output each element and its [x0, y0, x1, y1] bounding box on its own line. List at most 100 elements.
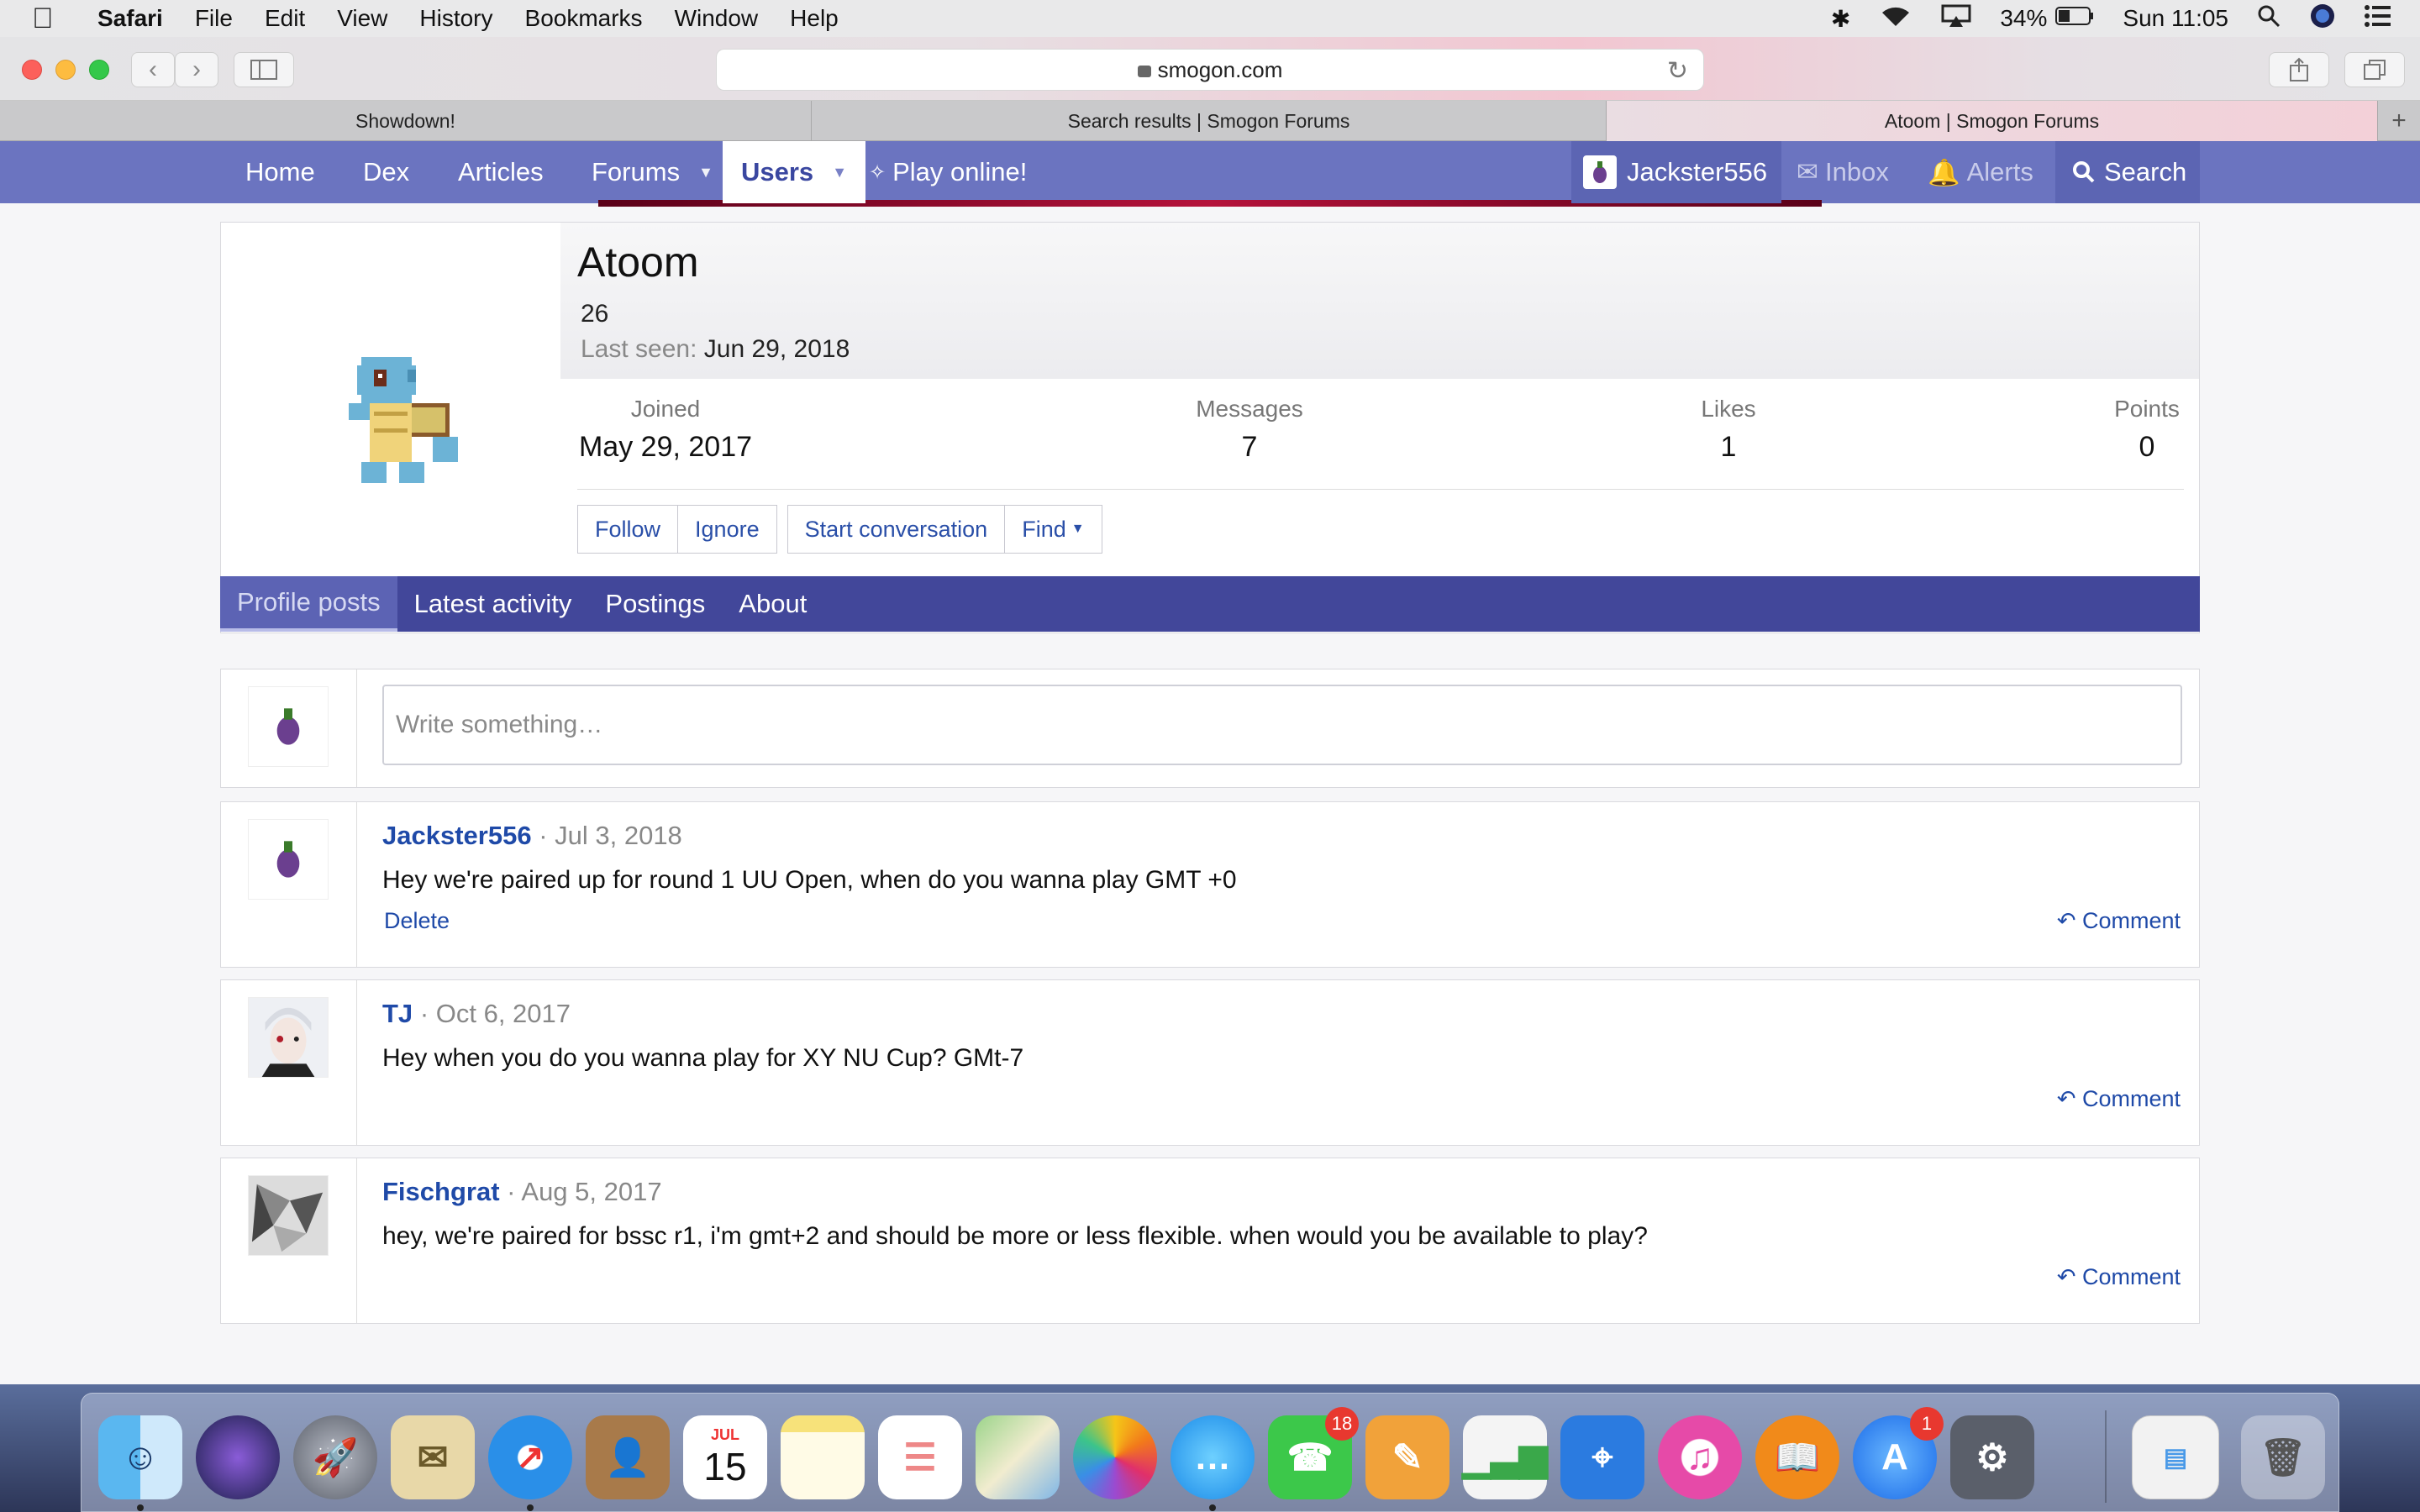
- avatar[interactable]: [248, 1175, 329, 1256]
- reload-icon[interactable]: ↻: [1667, 56, 1688, 86]
- tab-profile-posts[interactable]: Profile posts: [220, 576, 397, 632]
- avatar[interactable]: [248, 819, 329, 900]
- photos-icon[interactable]: [1073, 1415, 1157, 1499]
- stat-messages[interactable]: Messages 7: [1165, 396, 1334, 464]
- tab-about[interactable]: About: [722, 576, 823, 632]
- contacts-icon[interactable]: 👤: [586, 1415, 670, 1499]
- last-seen-value[interactable]: Jun 29, 2018: [704, 335, 850, 363]
- post-sidebar: [221, 802, 357, 967]
- browser-tab-atoom[interactable]: Atoom | Smogon Forums: [1607, 101, 2378, 141]
- profile-avatar[interactable]: [238, 239, 560, 609]
- write-something-input[interactable]: Write something…: [382, 685, 2182, 765]
- browser-tab-search-results[interactable]: Search results | Smogon Forums: [812, 101, 1607, 141]
- caret-down-icon[interactable]: ▼: [698, 164, 713, 181]
- menu-edit[interactable]: Edit: [265, 5, 305, 32]
- tab-postings[interactable]: Postings: [588, 576, 722, 632]
- dock-separator: [2105, 1410, 2107, 1503]
- siri-icon[interactable]: [196, 1415, 280, 1499]
- nav-account[interactable]: Jackster556: [1571, 141, 1781, 203]
- stat-joined: Joined May 29, 2017: [577, 396, 754, 464]
- nav-play-online[interactable]: ✧ Play online!: [869, 141, 1027, 203]
- trash-icon[interactable]: 🗑: [2241, 1415, 2325, 1499]
- menu-history[interactable]: History: [419, 5, 492, 32]
- browser-tab-showdown[interactable]: Showdown!: [0, 101, 812, 141]
- tab-latest-activity[interactable]: Latest activity: [397, 576, 589, 632]
- calendar-icon[interactable]: JUL 15: [683, 1415, 767, 1499]
- follow-button[interactable]: Follow: [577, 505, 679, 554]
- post-date[interactable]: Oct 6, 2017: [436, 999, 571, 1028]
- app-store-icon[interactable]: A1: [1853, 1407, 1944, 1499]
- clock[interactable]: Sun 11:05: [2123, 5, 2228, 32]
- nav-articles[interactable]: Articles: [458, 141, 544, 203]
- minimized-window-thumbnail[interactable]: ▤: [2132, 1415, 2219, 1499]
- comment-link[interactable]: ↶ Comment: [2057, 1264, 2181, 1290]
- post-date[interactable]: Aug 5, 2017: [521, 1177, 661, 1206]
- find-dropdown-button[interactable]: Find ▼: [1005, 505, 1102, 554]
- zoom-window-button[interactable]: [89, 60, 109, 80]
- airplay-icon[interactable]: [1941, 4, 1971, 34]
- show-all-tabs-button[interactable]: [2344, 52, 2405, 87]
- messages-icon[interactable]: …: [1171, 1415, 1255, 1511]
- post-date[interactable]: Jul 3, 2018: [555, 821, 682, 850]
- facetime-icon[interactable]: ☎ 18: [1268, 1407, 1359, 1499]
- nav-dex[interactable]: Dex: [363, 141, 409, 203]
- new-tab-button[interactable]: +: [2378, 101, 2420, 141]
- maps-icon[interactable]: [976, 1415, 1060, 1499]
- nav-users[interactable]: Users ▼: [723, 141, 866, 203]
- post-sidebar: [221, 1158, 357, 1323]
- menu-view[interactable]: View: [337, 5, 387, 32]
- wifi-icon[interactable]: [1879, 4, 1912, 34]
- nav-forums[interactable]: Forums ▼: [592, 141, 713, 203]
- reminders-icon[interactable]: ☰: [878, 1415, 962, 1499]
- menu-window[interactable]: Window: [675, 5, 759, 32]
- chevron-left-icon: ‹: [149, 55, 157, 83]
- mail-icon[interactable]: ✉: [391, 1415, 475, 1499]
- battery-icon[interactable]: [2055, 5, 2094, 32]
- ignore-button[interactable]: Ignore: [678, 505, 777, 554]
- system-preferences-icon[interactable]: ⚙: [1950, 1415, 2034, 1499]
- pages-icon[interactable]: ✎: [1365, 1415, 1449, 1499]
- comment-link[interactable]: ↶ Comment: [2057, 1086, 2181, 1112]
- nav-home[interactable]: Home: [245, 141, 315, 203]
- spotlight-icon[interactable]: [2257, 4, 2281, 34]
- keynote-icon[interactable]: ⌖: [1560, 1415, 1644, 1499]
- menu-bookmarks[interactable]: Bookmarks: [525, 5, 643, 32]
- post-author-link[interactable]: Fischgrat: [382, 1177, 500, 1206]
- post-author-link[interactable]: Jackster556: [382, 821, 532, 850]
- nav-alerts[interactable]: 🔔 Alerts: [1928, 141, 2033, 203]
- close-window-button[interactable]: [22, 60, 42, 80]
- delete-link[interactable]: Delete: [384, 908, 450, 934]
- menu-file[interactable]: File: [195, 5, 233, 32]
- numbers-icon[interactable]: ▁▃▆: [1462, 1415, 1548, 1499]
- last-seen-label: Last seen:: [581, 335, 697, 363]
- launchpad-icon[interactable]: 🚀: [293, 1415, 377, 1499]
- sidebar-toggle-button[interactable]: [234, 52, 294, 87]
- apple-menu-icon[interactable]: : [32, 3, 72, 35]
- notification-center-icon[interactable]: [2365, 4, 2391, 34]
- start-conversation-button[interactable]: Start conversation: [786, 505, 1006, 554]
- ibooks-icon[interactable]: 📖: [1755, 1415, 1839, 1499]
- nav-search[interactable]: Search: [2055, 141, 2200, 203]
- safari-icon[interactable]: ↗: [488, 1415, 572, 1511]
- forward-button[interactable]: ›: [175, 52, 218, 87]
- caret-down-icon[interactable]: ▼: [832, 164, 847, 181]
- battery-percent[interactable]: 34%: [2000, 5, 2047, 32]
- share-button[interactable]: [2269, 52, 2329, 87]
- bluetooth-icon[interactable]: ✱: [1831, 5, 1850, 33]
- notes-icon[interactable]: [781, 1415, 865, 1499]
- finder-icon[interactable]: ☺: [98, 1415, 182, 1511]
- back-button[interactable]: ‹: [131, 52, 175, 87]
- post-author-link[interactable]: TJ: [382, 999, 413, 1028]
- menu-help[interactable]: Help: [790, 5, 839, 32]
- comment-link[interactable]: ↶ Comment: [2057, 908, 2181, 934]
- menu-app-safari[interactable]: Safari: [97, 5, 163, 32]
- avatar[interactable]: [248, 686, 329, 767]
- avatar[interactable]: [248, 997, 329, 1078]
- stat-value: 1: [1720, 431, 1737, 463]
- itunes-icon[interactable]: ♫: [1658, 1415, 1742, 1499]
- siri-menu-icon[interactable]: [2309, 3, 2336, 35]
- minimize-window-button[interactable]: [55, 60, 76, 80]
- address-bar[interactable]: smogon.com ↻: [716, 49, 1704, 91]
- desktop-background: ☺ 🚀 ✉ ↗ 👤 JUL 15 ☰ … ☎ 18 ✎ ▁▃▆ ⌖ ♫ 📖 A1 …: [0, 1384, 2420, 1512]
- nav-inbox[interactable]: ✉ Inbox: [1797, 141, 1889, 203]
